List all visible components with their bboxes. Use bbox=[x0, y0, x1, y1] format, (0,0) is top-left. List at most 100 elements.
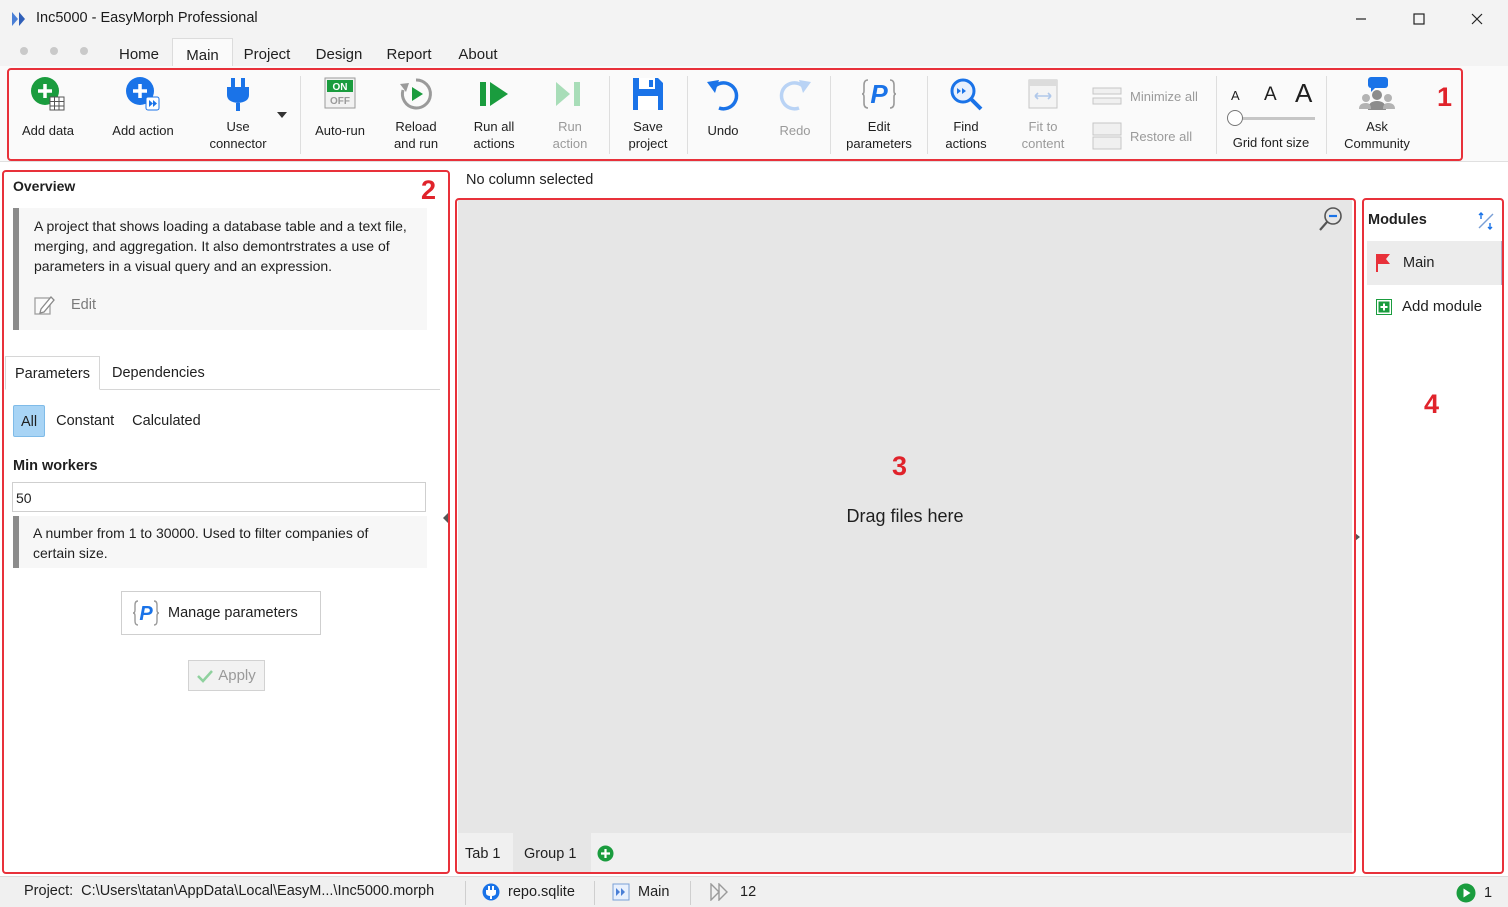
undo-label: Undo bbox=[707, 123, 739, 138]
svg-text:P: P bbox=[139, 603, 153, 625]
status-bar: Project: C:\Users\tatan\AppData\Local\Ea… bbox=[0, 876, 1508, 907]
menu-main[interactable]: Main bbox=[172, 38, 233, 66]
ribbon-separator bbox=[830, 76, 831, 154]
checkmark-icon bbox=[197, 669, 214, 683]
save-icon bbox=[633, 78, 663, 110]
annotation-number-3: 3 bbox=[892, 451, 908, 481]
collapse-right-panel-icon[interactable] bbox=[1355, 533, 1360, 541]
save-label-1: Save bbox=[633, 119, 663, 134]
minimize-all-button[interactable]: Minimize all bbox=[1092, 86, 1198, 106]
maximize-button[interactable] bbox=[1390, 0, 1448, 38]
reload-icon bbox=[400, 78, 432, 110]
undo-button[interactable]: Undo bbox=[694, 76, 752, 139]
save-project-button[interactable]: Save project bbox=[616, 76, 680, 152]
modules-title: Modules bbox=[1368, 212, 1427, 228]
current-module-status[interactable]: Main bbox=[612, 883, 669, 901]
run-action-button[interactable]: Run action bbox=[538, 76, 602, 152]
add-tab-icon[interactable] bbox=[597, 845, 614, 862]
community-icon bbox=[1359, 77, 1395, 110]
add-module-button[interactable]: Add module bbox=[1376, 298, 1482, 315]
maximize-icon bbox=[1413, 13, 1425, 25]
repository-label: repo.sqlite bbox=[508, 884, 575, 900]
use-connector-button[interactable]: Use connector bbox=[200, 76, 276, 152]
tab-dependencies[interactable]: Dependencies bbox=[103, 356, 214, 390]
reload-label-2: and run bbox=[393, 136, 439, 151]
workflow-canvas[interactable]: Drag files here bbox=[458, 200, 1352, 833]
add-action-button[interactable]: Add action bbox=[104, 76, 182, 139]
parameters-tabs: Parameters Dependencies bbox=[5, 356, 440, 390]
parameter-filters: All Constant Calculated bbox=[13, 405, 212, 437]
ask-label-2: Community bbox=[1344, 136, 1410, 151]
minimize-all-icon bbox=[1092, 87, 1122, 105]
tab-group-1[interactable]: Group 1 bbox=[513, 833, 591, 873]
ask-community-button[interactable]: Ask Community bbox=[1336, 76, 1418, 152]
edit-label: Edit bbox=[71, 297, 96, 313]
zoom-out-icon[interactable] bbox=[1318, 206, 1344, 232]
menu-bar: Home Main Project Design Report About bbox=[0, 38, 1508, 66]
restore-all-label: Restore all bbox=[1130, 128, 1193, 144]
annotation-number-1: 1 bbox=[1437, 82, 1453, 112]
current-module-label: Main bbox=[638, 884, 670, 900]
menu-about[interactable]: About bbox=[447, 38, 509, 66]
tab-tab-1[interactable]: Tab 1 bbox=[458, 833, 507, 873]
filter-calculated[interactable]: Calculated bbox=[125, 405, 208, 437]
run-all-actions-button[interactable]: Run all actions bbox=[460, 76, 528, 152]
find-label-2: actions bbox=[945, 136, 987, 151]
auto-run-button[interactable]: ON OFF Auto-run bbox=[308, 76, 372, 139]
find-actions-button[interactable]: Find actions bbox=[934, 76, 998, 152]
add-module-icon bbox=[1376, 298, 1392, 315]
apply-button[interactable]: Apply bbox=[188, 660, 265, 691]
running-count-status[interactable]: 1 bbox=[1456, 883, 1492, 903]
font-large-a[interactable]: A bbox=[1295, 78, 1312, 109]
grid-font-size-label: Grid font size bbox=[1232, 135, 1310, 150]
font-small-a[interactable]: A bbox=[1231, 88, 1240, 103]
save-label-2: project bbox=[628, 136, 668, 151]
font-medium-a[interactable]: A bbox=[1264, 84, 1277, 106]
ask-label-1: Ask bbox=[1366, 119, 1388, 134]
font-size-slider-thumb[interactable] bbox=[1227, 110, 1243, 126]
actions-count-status: 12 bbox=[710, 883, 756, 901]
overview-box: A project that shows loading a database … bbox=[13, 208, 427, 330]
title-bar: Inc5000 - EasyMorph Professional bbox=[0, 0, 1508, 38]
easymorph-logo-icon bbox=[12, 12, 25, 26]
redo-button[interactable]: Redo bbox=[766, 76, 824, 139]
dot-icon bbox=[20, 47, 28, 55]
repository-status[interactable]: repo.sqlite bbox=[482, 883, 575, 901]
reload-label-1: Reload bbox=[395, 119, 437, 134]
min-workers-input[interactable]: 50 bbox=[12, 482, 426, 512]
run-all-label-1: Run all bbox=[473, 119, 515, 134]
repository-icon bbox=[482, 883, 500, 901]
filter-constant[interactable]: Constant bbox=[49, 405, 121, 437]
parameter-description-box: A number from 1 to 30000. Used to filter… bbox=[13, 516, 427, 568]
tab-parameters[interactable]: Parameters bbox=[5, 356, 100, 390]
menu-design[interactable]: Design bbox=[308, 38, 370, 66]
menu-project[interactable]: Project bbox=[236, 38, 298, 66]
minimize-button[interactable] bbox=[1332, 0, 1390, 38]
overview-edit-button[interactable]: Edit bbox=[33, 294, 96, 316]
font-size-slider-track[interactable] bbox=[1233, 117, 1315, 120]
fit-label-2: content bbox=[1021, 136, 1065, 151]
minimize-all-label: Minimize all bbox=[1130, 88, 1198, 104]
add-data-button[interactable]: Add data bbox=[12, 76, 84, 139]
manage-parameters-button[interactable]: P Manage parameters bbox=[121, 591, 321, 635]
edit-parameters-button[interactable]: P Edit parameters bbox=[838, 76, 920, 152]
fit-to-content-icon bbox=[1028, 79, 1058, 109]
module-item-main[interactable]: Main bbox=[1367, 241, 1504, 285]
collapse-left-panel-icon[interactable] bbox=[443, 512, 449, 524]
add-data-icon bbox=[31, 77, 65, 111]
project-path[interactable]: Project: C:\Users\tatan\AppData\Local\Ea… bbox=[24, 883, 434, 899]
filter-all[interactable]: All bbox=[13, 405, 46, 437]
menu-report[interactable]: Report bbox=[378, 38, 440, 66]
menu-home[interactable]: Home bbox=[108, 38, 170, 66]
overview-text: A project that shows loading a database … bbox=[34, 218, 407, 274]
fit-to-content-button[interactable]: Fit to content bbox=[1010, 76, 1076, 152]
running-count-label: 1 bbox=[1484, 885, 1493, 901]
sort-modules-icon[interactable] bbox=[1476, 211, 1496, 231]
connector-dropdown-icon[interactable] bbox=[277, 112, 287, 118]
ribbon-toolbar: Add data Add action Use connector ON OFF… bbox=[0, 66, 1508, 162]
dot-icon bbox=[80, 47, 88, 55]
switch-off-text: OFF bbox=[330, 96, 350, 107]
reload-and-run-button[interactable]: Reload and run bbox=[384, 76, 448, 152]
restore-all-button[interactable]: Restore all bbox=[1092, 122, 1192, 150]
close-button[interactable] bbox=[1448, 0, 1506, 38]
